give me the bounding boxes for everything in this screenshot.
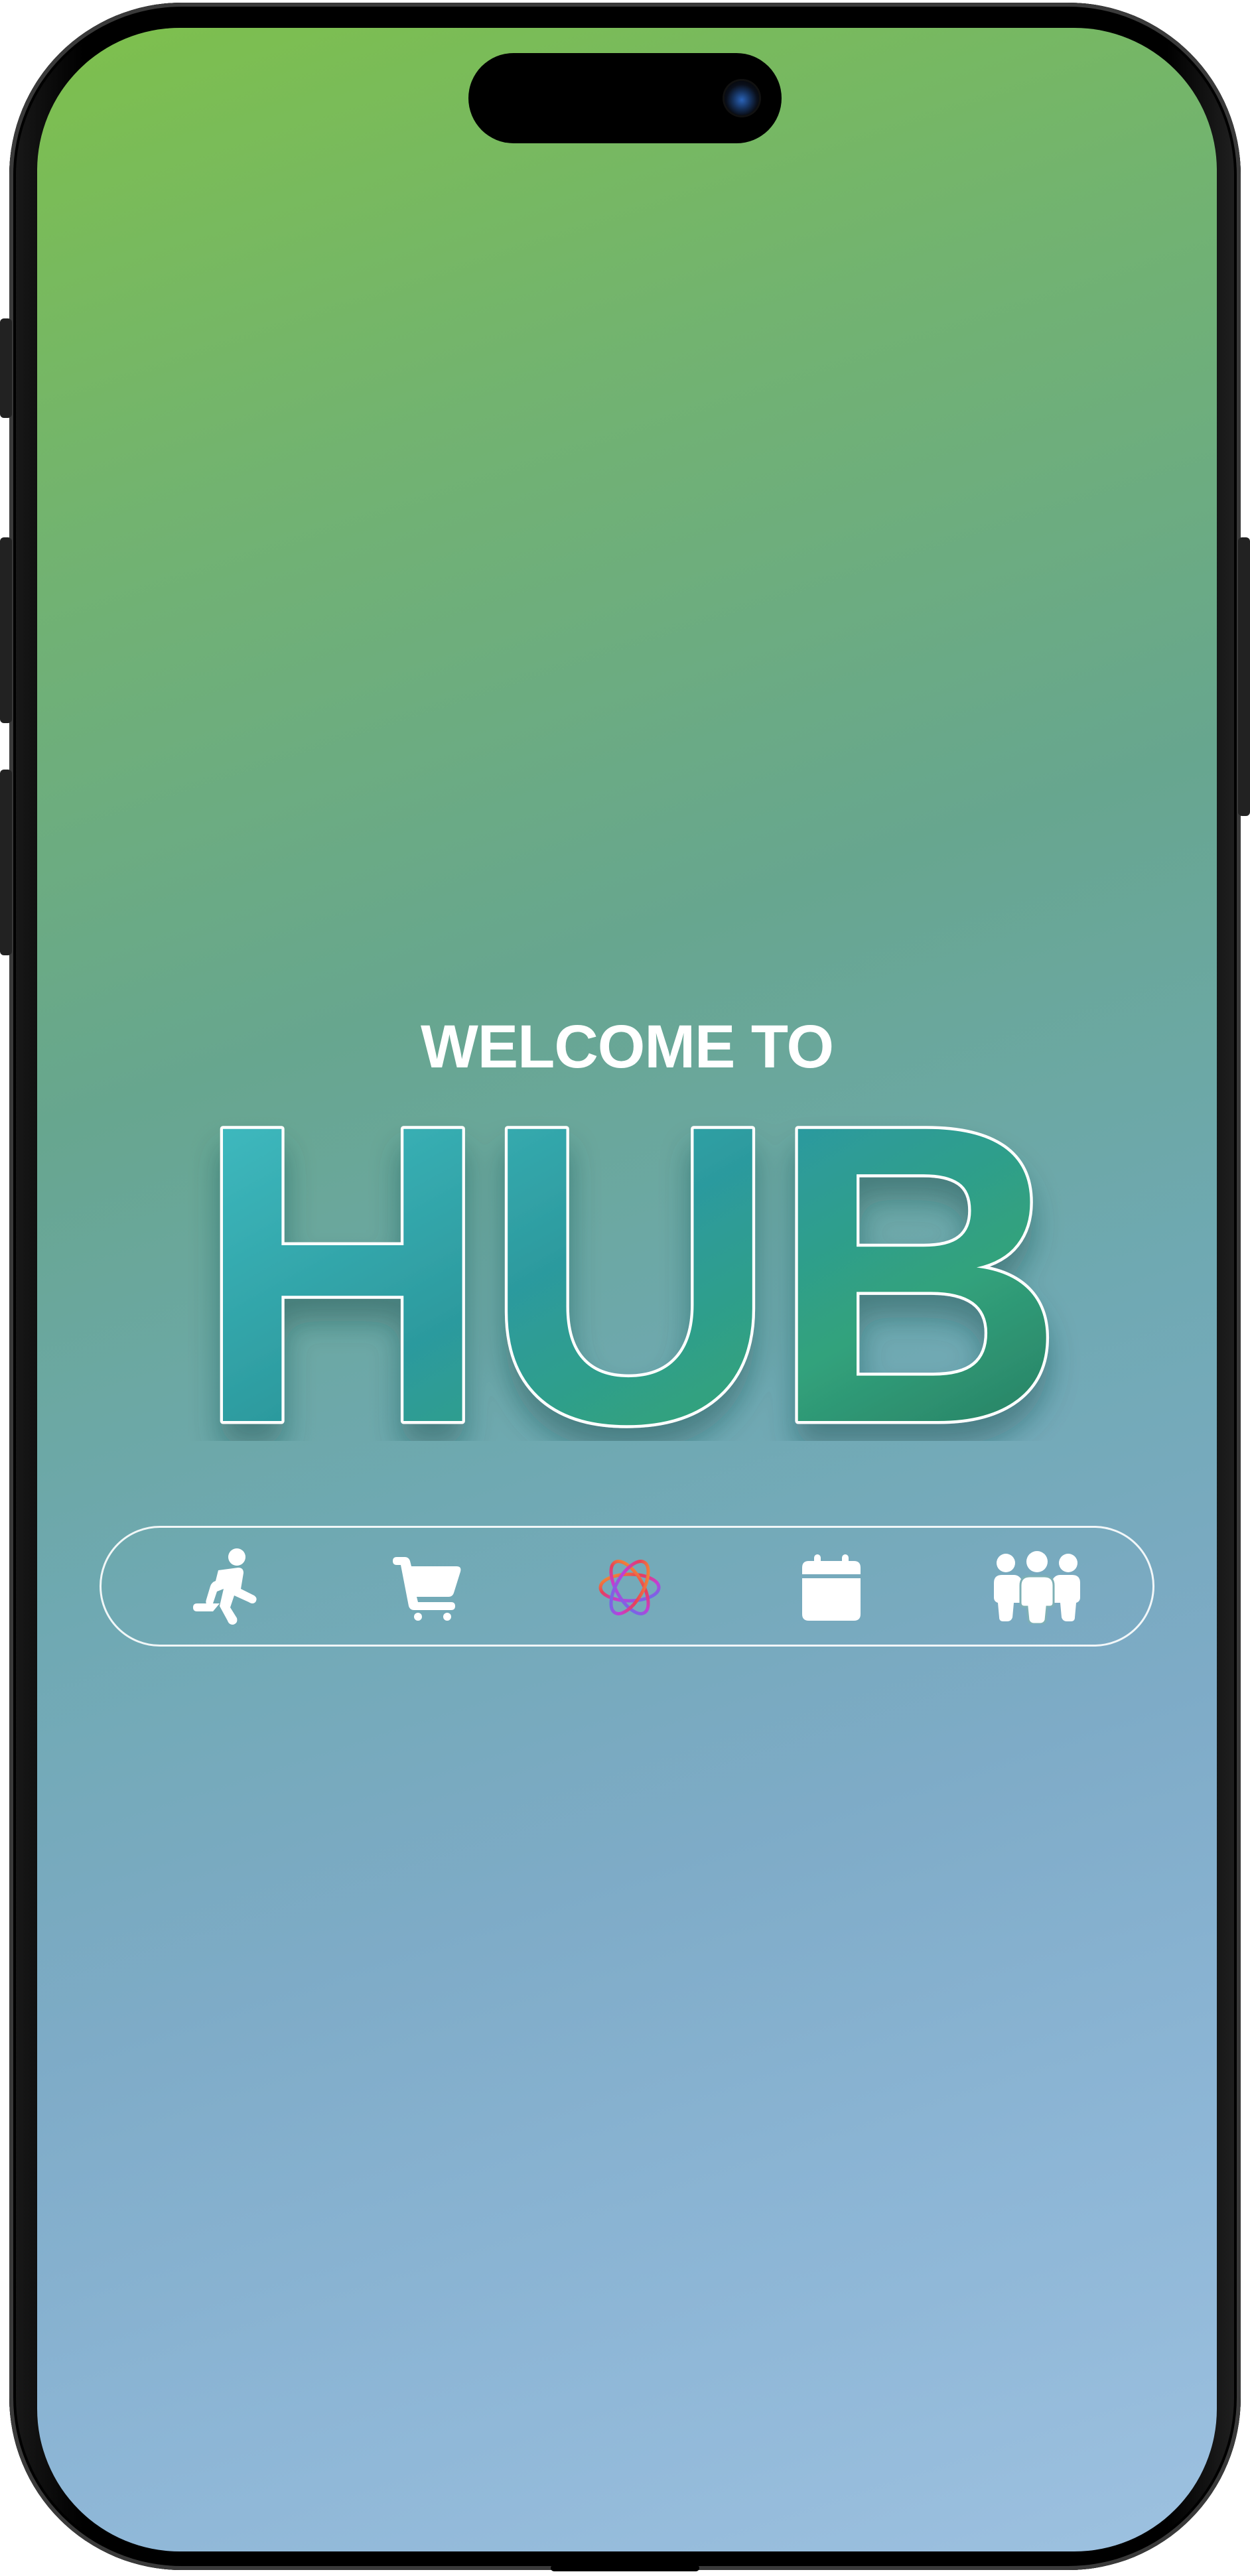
- calendar-icon: [802, 1554, 861, 1621]
- welcome-heading: WELCOME TO: [420, 1013, 834, 1081]
- nav-item-community[interactable]: [984, 1548, 1090, 1627]
- action-button: [0, 318, 12, 418]
- app-screen: WELCOME TO HUB: [37, 28, 1217, 2551]
- camera-icon: [725, 81, 759, 115]
- hub-title-text: HUB: [196, 1096, 1058, 1441]
- nav-item-activity[interactable]: [185, 1548, 265, 1627]
- flower-logo-icon: [598, 1560, 661, 1615]
- volume-up-button: [0, 537, 12, 723]
- nav-item-shop[interactable]: [387, 1548, 466, 1627]
- dynamic-island: [468, 53, 782, 143]
- nav-item-calendar[interactable]: [792, 1548, 871, 1627]
- app-nav-bar: [100, 1526, 1154, 1647]
- hub-title: HUB: [37, 1096, 1217, 1441]
- people-group-icon: [994, 1551, 1080, 1624]
- power-button: [1238, 537, 1250, 816]
- volume-down-button: [0, 770, 12, 955]
- nav-item-home[interactable]: [590, 1548, 669, 1627]
- bottom-edge-notch: [551, 2565, 699, 2571]
- running-person-icon: [193, 1548, 257, 1625]
- shopping-cart-icon: [393, 1557, 461, 1621]
